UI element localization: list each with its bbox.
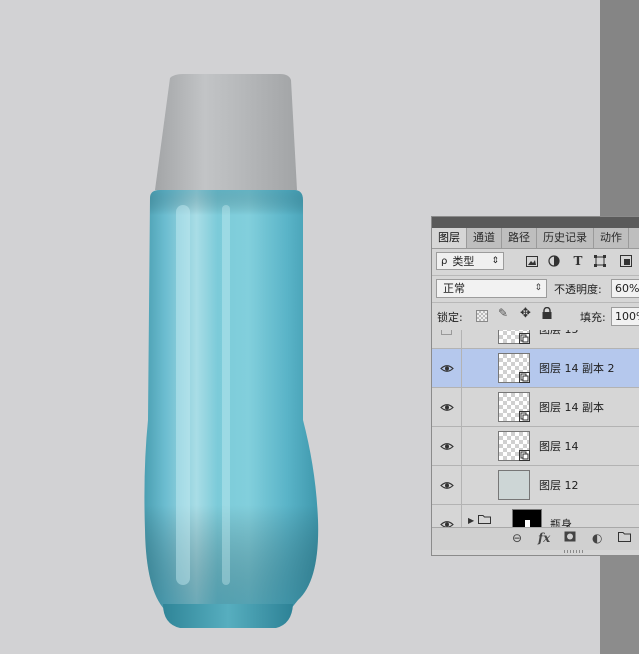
opacity-label: 不透明度:	[554, 283, 602, 296]
resize-grip[interactable]	[564, 550, 584, 553]
image-filter-icon[interactable]	[524, 252, 540, 270]
eye-icon[interactable]	[432, 388, 462, 426]
layer-name[interactable]: 图层 14	[539, 427, 579, 466]
blend-mode-value: 正常	[443, 282, 465, 295]
folder-icon[interactable]	[618, 531, 631, 545]
layer-thumbnail[interactable]	[498, 392, 530, 422]
layer-name[interactable]: 图层 12	[539, 466, 579, 505]
smart-object-icon	[519, 333, 530, 344]
link-icon[interactable]: ⊖	[512, 531, 522, 545]
eye-icon[interactable]	[432, 466, 462, 504]
panel-title-bar[interactable]	[432, 217, 639, 228]
tab-channels[interactable]: 通道	[467, 228, 502, 248]
chevron-updown-icon: ⇕	[534, 283, 542, 293]
smart-object-icon	[519, 411, 530, 422]
search-icon: ρ	[441, 255, 448, 267]
layer-row[interactable]: 图层 14 副本 2	[432, 349, 639, 388]
layer-row[interactable]: 图层 15	[432, 330, 639, 349]
panel-footer: ⊖ fx ◐	[432, 527, 639, 550]
fill-input[interactable]: 100%	[611, 307, 639, 326]
adjustment-icon[interactable]: ◐	[592, 531, 602, 545]
layer-row[interactable]: ▶ 瓶身	[432, 505, 639, 528]
smart-object-filter-icon[interactable]	[618, 252, 634, 270]
chevron-updown-icon: ⇕	[491, 256, 499, 266]
lock-label: 锁定:	[437, 311, 463, 324]
layers-panel: 图层 通道 路径 历史记录 动作 ρ 类型 ⇕ T 正常 ⇕ 不透明度: 60%…	[431, 216, 639, 556]
layer-thumbnail[interactable]	[498, 353, 530, 383]
panel-tabs: 图层 通道 路径 历史记录 动作	[432, 228, 639, 249]
adjustment-filter-icon[interactable]	[546, 252, 562, 270]
shape-filter-icon[interactable]	[592, 252, 608, 270]
tab-actions[interactable]: 动作	[594, 228, 629, 248]
visibility-off-icon[interactable]	[432, 330, 462, 348]
layer-mask-thumbnail[interactable]	[512, 509, 542, 528]
fill-label: 填充:	[580, 311, 606, 324]
lock-all-icon[interactable]	[542, 306, 552, 322]
layer-filter-select[interactable]: ρ 类型 ⇕	[436, 252, 504, 270]
layer-row[interactable]: 图层 14	[432, 427, 639, 466]
opacity-input[interactable]: 60%	[611, 279, 639, 298]
tab-layers[interactable]: 图层	[432, 228, 467, 248]
eye-icon[interactable]	[432, 505, 462, 528]
layer-name[interactable]: 图层 15	[539, 330, 579, 349]
mask-icon[interactable]	[564, 531, 576, 545]
layer-name[interactable]: 图层 14 副本	[539, 388, 604, 427]
filter-type-label: 类型	[452, 255, 475, 268]
fx-icon[interactable]: fx	[538, 531, 550, 545]
tab-paths[interactable]: 路径	[502, 228, 537, 248]
layer-name[interactable]: 瓶身	[550, 505, 572, 528]
smart-object-icon	[519, 372, 530, 383]
eye-icon[interactable]	[432, 427, 462, 465]
layers-list: 图层 15图层 14 副本 2图层 14 副本图层 14图层 12 ▶ 瓶身	[432, 330, 639, 528]
lock-transparency-icon[interactable]	[476, 310, 488, 322]
tab-history[interactable]: 历史记录	[537, 228, 594, 248]
layer-thumbnail[interactable]	[498, 431, 530, 461]
layer-name[interactable]: 图层 14 副本 2	[539, 349, 615, 388]
layer-row[interactable]: 图层 12	[432, 466, 639, 505]
eye-icon[interactable]	[432, 349, 462, 387]
lock-pixels-icon[interactable]: ✎	[498, 306, 508, 320]
smart-object-icon	[519, 450, 530, 461]
expand-arrow-icon[interactable]: ▶	[468, 516, 474, 525]
lock-position-icon[interactable]: ✥	[520, 306, 531, 321]
mask-link-icon[interactable]	[478, 514, 492, 527]
blend-mode-select[interactable]: 正常 ⇕	[436, 279, 547, 298]
layer-thumbnail[interactable]	[498, 470, 530, 500]
type-filter-icon[interactable]: T	[570, 252, 586, 270]
layer-thumbnail[interactable]	[498, 330, 530, 344]
layer-row[interactable]: 图层 14 副本	[432, 388, 639, 427]
